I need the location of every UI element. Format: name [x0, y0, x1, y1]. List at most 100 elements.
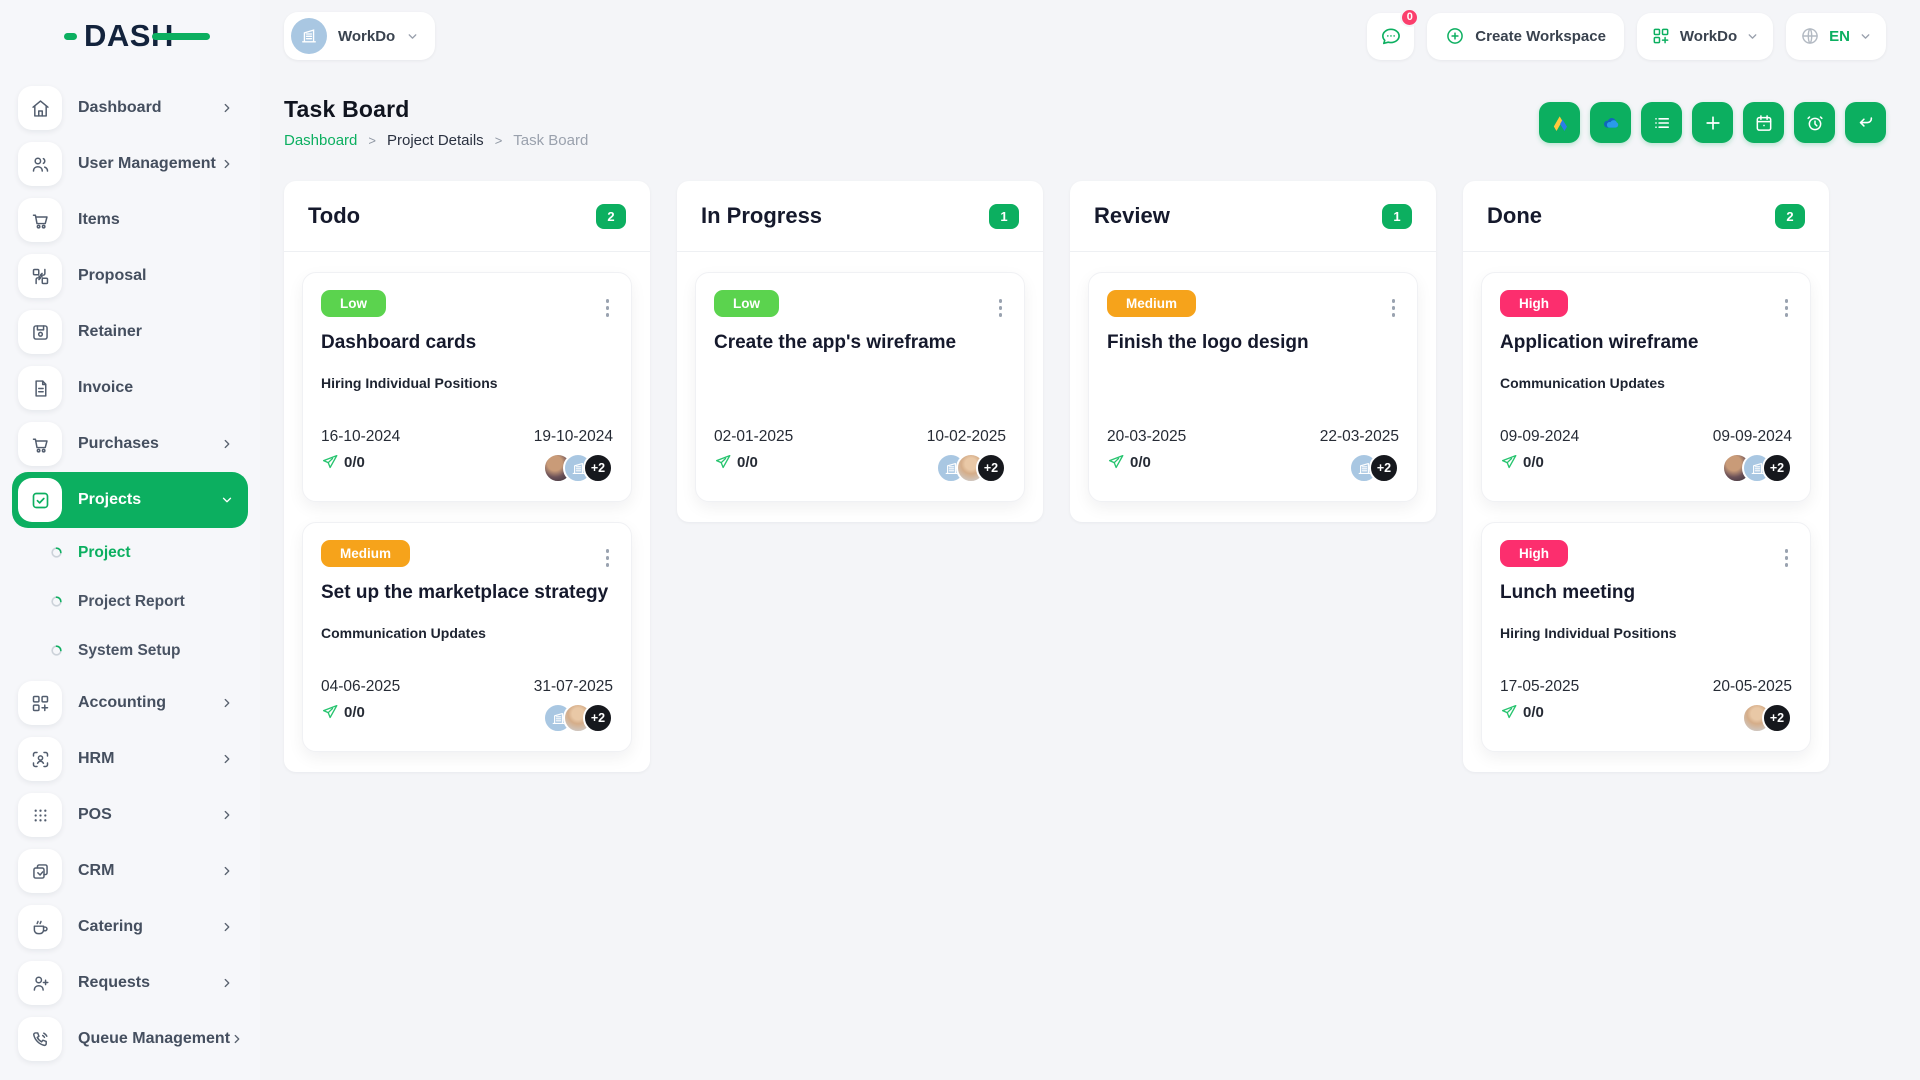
list-icon [1652, 113, 1672, 133]
task-card[interactable]: Medium Set up the marketplace strategy C… [302, 522, 632, 752]
breadcrumb-separator: > [368, 133, 376, 148]
sidebar-item-dashboard[interactable]: Dashboard [12, 80, 248, 136]
workspace-selector[interactable]: WorkDo [284, 12, 436, 60]
messages-count-badge: 0 [1400, 7, 1420, 27]
sidebar-item-label: Projects [78, 491, 142, 508]
workspace-avatar [291, 18, 327, 54]
assignee-avatars[interactable]: +2 [1722, 453, 1792, 483]
task-card[interactable]: High Application wireframe Communication… [1481, 272, 1811, 502]
sidebar-item-crm[interactable]: CRM [12, 843, 248, 899]
progress-ring-icon [50, 644, 63, 657]
assignee-avatars[interactable]: +2 [936, 453, 1006, 483]
sidebar-item-hrm[interactable]: HRM [12, 731, 248, 787]
purchases-cart-icon [18, 422, 62, 466]
avatar-overflow-badge: +2 [1762, 703, 1792, 733]
assignee-avatars[interactable]: +2 [543, 453, 613, 483]
priority-badge: Low [321, 290, 386, 317]
task-title: Set up the marketplace strategy [321, 582, 609, 603]
grid-plus-icon [1653, 28, 1669, 44]
page-header: Task Board Dashboard > Project Details > Tas… [284, 96, 1886, 149]
task-title: Dashboard cards [321, 332, 477, 353]
messages-button[interactable]: 0 [1367, 7, 1420, 60]
chevron-right-icon [230, 1032, 244, 1046]
plus-button[interactable] [1692, 102, 1733, 143]
card-menu-button[interactable] [1388, 295, 1400, 321]
progress-ring-icon [50, 546, 63, 559]
onedrive-button[interactable] [1590, 102, 1631, 143]
app-logo[interactable]: DASH [0, 0, 230, 72]
card-menu-button[interactable] [602, 545, 614, 571]
sidebar-subitem-project[interactable]: Project [12, 528, 248, 577]
column-count-badge: 2 [1775, 203, 1805, 229]
send-icon [1107, 453, 1125, 471]
sidebar-item-catering[interactable]: Catering [12, 899, 248, 955]
card-menu-button[interactable] [602, 295, 614, 321]
sidebar-item-accounting[interactable]: Accounting [12, 675, 248, 731]
column-count-badge: 1 [1382, 203, 1412, 229]
chevron-right-icon [220, 920, 234, 934]
breadcrumb-dashboard[interactable]: Dashboard [284, 132, 357, 149]
breadcrumb-project-details[interactable]: Project Details [387, 132, 484, 149]
workspace-menu-label: WorkDo [1679, 27, 1738, 45]
sidebar-item-requests[interactable]: Requests [12, 955, 248, 1011]
assignee-avatars[interactable]: +2 [543, 703, 613, 733]
sidebar-item-label: Accounting [78, 694, 166, 711]
task-card[interactable]: Medium Finish the logo design 20-03-2025… [1088, 272, 1418, 502]
sidebar: DASH Dashboard User Management Items Pro… [0, 0, 260, 1080]
priority-badge: High [1500, 290, 1568, 317]
sidebar-item-invoice[interactable]: Invoice [12, 360, 248, 416]
avatar-overflow-badge: +2 [583, 453, 613, 483]
column-count-badge: 2 [596, 203, 626, 229]
home-icon [18, 86, 62, 130]
invoice-icon [18, 366, 62, 410]
sidebar-item-queue-management[interactable]: Queue Management [12, 1011, 248, 1067]
chevron-right-icon [220, 437, 234, 451]
sidebar-subitem-system-setup[interactable]: System Setup [12, 626, 248, 675]
kanban-column-todo: Todo 2 Low Dashboard cards Hiring Indivi… [284, 181, 650, 772]
chevron-right-icon [220, 696, 234, 710]
send-icon [321, 453, 339, 471]
task-start-date: 20-03-2025 [1107, 428, 1187, 445]
language-selector[interactable]: EN [1786, 12, 1886, 60]
card-menu-button[interactable] [1781, 295, 1793, 321]
progress-ring-icon [50, 595, 63, 608]
alarm-button[interactable] [1794, 102, 1835, 143]
sidebar-item-label: POS [78, 806, 112, 823]
kanban-column-review: Review 1 Medium Finish the logo design 2… [1070, 181, 1436, 522]
sidebar-item-proposal[interactable]: Proposal [12, 248, 248, 304]
calendar-button[interactable] [1743, 102, 1784, 143]
sidebar-item-items[interactable]: Items [12, 192, 248, 248]
workspace-selector-label: WorkDo [338, 27, 396, 45]
task-card[interactable]: Low Dashboard cards Hiring Individual Po… [302, 272, 632, 502]
card-menu-button[interactable] [1781, 545, 1793, 571]
avatar-overflow-badge: +2 [1369, 453, 1399, 483]
column-cards: High Application wireframe Communication… [1463, 252, 1829, 772]
assignee-avatars[interactable]: +2 [1742, 703, 1792, 733]
language-label: EN [1829, 27, 1850, 45]
list-button[interactable] [1641, 102, 1682, 143]
send-icon [1500, 453, 1518, 471]
sidebar-item-user-management[interactable]: User Management [12, 136, 248, 192]
undo-button[interactable] [1845, 102, 1886, 143]
column-title: Review [1094, 203, 1170, 228]
google-drive-button[interactable] [1539, 102, 1580, 143]
queue-icon [18, 1017, 62, 1061]
workspace-menu-button[interactable]: WorkDo [1636, 12, 1774, 60]
sidebar-item-retainer[interactable]: Retainer [12, 304, 248, 360]
task-card[interactable]: High Lunch meeting Hiring Individual Pos… [1481, 522, 1811, 752]
task-end-date: 22-03-2025 [1319, 428, 1399, 445]
sidebar-subitem-project-report[interactable]: Project Report [12, 577, 248, 626]
task-card[interactable]: Low Create the app's wireframe 02-01-202… [695, 272, 1025, 502]
sidebar-item-purchases[interactable]: Purchases [12, 416, 248, 472]
sidebar-item-projects[interactable]: Projects [12, 472, 248, 528]
sidebar-item-pos[interactable]: POS [12, 787, 248, 843]
card-menu-button[interactable] [995, 295, 1007, 321]
breadcrumb-task-board: Task Board [513, 132, 589, 149]
plus-icon [1703, 113, 1723, 133]
assignee-avatars[interactable]: +2 [1349, 453, 1399, 483]
breadcrumb-separator: > [494, 133, 503, 148]
chat-icon [1379, 25, 1402, 48]
plus-circle-icon [1445, 26, 1465, 46]
sidebar-item-label: Retainer [78, 323, 143, 340]
create-workspace-button[interactable]: Create Workspace [1427, 12, 1624, 60]
